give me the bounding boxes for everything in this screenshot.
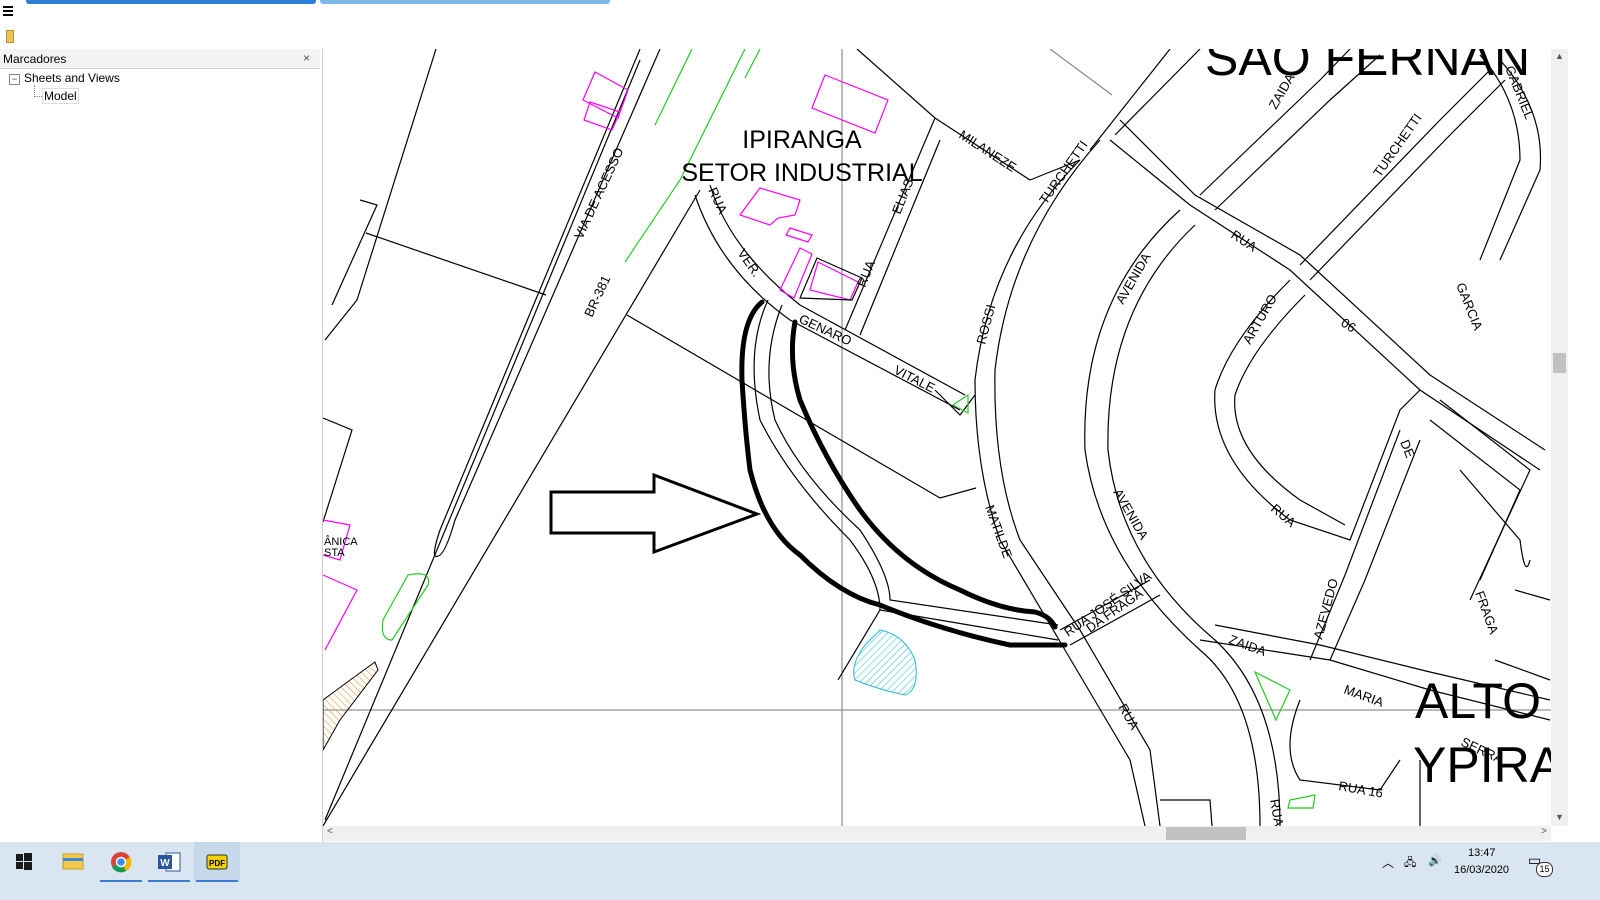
- road-edge: [1429, 419, 1521, 581]
- channel-edge: [768, 304, 1059, 626]
- road-edge: [1119, 119, 1546, 451]
- street-label: RUA: [1228, 227, 1259, 255]
- clock-date[interactable]: 16/03/2020: [1454, 864, 1509, 876]
- word-icon[interactable]: W: [146, 842, 192, 882]
- street-label: DE: [1397, 438, 1418, 461]
- street-label: ARTURO: [1240, 292, 1280, 347]
- road-edge: [709, 184, 966, 396]
- district-label: IPIRANGA: [742, 126, 862, 154]
- running-indicator: [196, 880, 238, 882]
- street-label: VER.: [735, 246, 765, 279]
- street-label: BR-381: [581, 273, 613, 319]
- tree-connector: [34, 96, 42, 97]
- street-label: AZEVEDO: [1310, 577, 1341, 641]
- street-label: AVENIDA: [1113, 250, 1154, 306]
- road-edge: [1459, 469, 1531, 568]
- road-edge: [324, 49, 437, 341]
- chevron-up-icon[interactable]: ︿: [1382, 854, 1394, 871]
- road-edge: [433, 49, 661, 558]
- scroll-right-icon[interactable]: >: [1541, 826, 1547, 837]
- street-label: RUA 16: [1337, 778, 1384, 801]
- tree-item-model[interactable]: Model: [42, 88, 79, 104]
- running-indicator: [148, 880, 190, 882]
- road-edge: [1309, 79, 1506, 281]
- scroll-up-icon[interactable]: ▲: [1555, 51, 1564, 61]
- street-label: RUA: [854, 258, 878, 289]
- street-label: ROSSI: [973, 303, 998, 346]
- road-edge: [1214, 279, 1421, 541]
- street-label: TURCHETTI: [1036, 138, 1091, 207]
- panel-title: Marcadores: [3, 52, 67, 66]
- street-label: RUA: [705, 185, 730, 217]
- lot-line: [365, 232, 547, 296]
- vertical-scrollbar[interactable]: ▲ ▼: [1551, 49, 1568, 826]
- svg-text:W: W: [160, 858, 170, 869]
- file-explorer-icon[interactable]: [50, 842, 96, 882]
- road-edge: [934, 389, 976, 416]
- cad-map: IPIRANGA SETOR INDUSTRIAL SÃO FERNAN ALT…: [323, 49, 1551, 826]
- street-label: RUA: [1115, 701, 1142, 733]
- windows-taskbar: W PDF ︿ 🖧 🔊 13:47 16/03/2020 ▭ 15: [0, 842, 1600, 900]
- lot-line: [323, 417, 353, 523]
- road-edge: [1289, 699, 1401, 791]
- drawing-viewport[interactable]: IPIRANGA SETOR INDUSTRIAL SÃO FERNAN ALT…: [323, 49, 1551, 826]
- notification-count-badge: 15: [1536, 862, 1553, 877]
- svg-text:PDF: PDF: [209, 859, 225, 868]
- street-label: GARCIA: [1453, 281, 1486, 333]
- menu-icon[interactable]: [3, 4, 13, 18]
- hatched-area: [323, 661, 379, 752]
- street-label: RUA: [1268, 501, 1299, 530]
- road-edge: [856, 49, 936, 119]
- street-label: GABRIEL: [1502, 64, 1537, 122]
- road-edge: [331, 199, 378, 306]
- chrome-icon[interactable]: [98, 842, 144, 882]
- map-label: STA: [324, 547, 345, 559]
- document-tab-1[interactable]: [26, 0, 316, 4]
- street-label: RUA: [1267, 798, 1287, 826]
- panel-header: Marcadores ×: [0, 49, 320, 69]
- pdf-viewer-icon[interactable]: PDF: [194, 842, 240, 882]
- road-edge: [844, 117, 1031, 331]
- running-indicator: [100, 880, 142, 882]
- bookmarks-panel: Marcadores × − Sheets and Views Model: [0, 49, 323, 859]
- horizontal-scroll-thumb[interactable]: [1166, 827, 1246, 840]
- folder-icon[interactable]: [6, 30, 14, 43]
- road-edge: [1114, 49, 1201, 136]
- road-edge: [1299, 69, 1491, 266]
- district-label: SETOR INDUSTRIAL: [681, 159, 922, 187]
- scroll-left-icon[interactable]: <: [327, 826, 333, 837]
- document-tab-2[interactable]: [320, 0, 610, 4]
- network-icon[interactable]: 🖧: [1404, 854, 1416, 873]
- road-edge: [1084, 209, 1261, 826]
- road-edge: [1514, 589, 1551, 601]
- scroll-down-icon[interactable]: ▼: [1555, 812, 1564, 822]
- street-label: RUA JOSÉ SILVA: [1061, 568, 1154, 639]
- street-label: MILANEZE: [956, 127, 1019, 175]
- arrow-annotation: [549, 472, 762, 555]
- street-label: MARIA: [1342, 682, 1386, 710]
- app-top-bar: [0, 0, 1600, 48]
- district-label: SÃO FERNAN: [1205, 49, 1530, 86]
- close-icon[interactable]: ×: [303, 51, 310, 65]
- vertical-scroll-thumb[interactable]: [1553, 353, 1566, 373]
- horizontal-scrollbar[interactable]: < >: [323, 826, 1551, 841]
- district-label: ALTO: [1415, 673, 1541, 729]
- road-edge: [1160, 799, 1213, 826]
- street-label: FRAGA: [1472, 589, 1502, 637]
- road-edge: [1089, 49, 1171, 151]
- road-edge: [324, 59, 641, 821]
- street-label: ZAIDA: [1227, 632, 1268, 659]
- tree-collapse-icon[interactable]: −: [9, 74, 20, 85]
- channel-edge: [753, 299, 1059, 641]
- water-body: [853, 629, 917, 696]
- windows-start-icon[interactable]: [0, 842, 46, 882]
- tree-item-sheets-and-views[interactable]: Sheets and Views: [24, 71, 120, 85]
- clock-time[interactable]: 13:47: [1468, 847, 1496, 859]
- road-edge: [1329, 439, 1421, 661]
- lot-line: [1049, 49, 1113, 96]
- volume-icon[interactable]: 🔊: [1428, 854, 1442, 867]
